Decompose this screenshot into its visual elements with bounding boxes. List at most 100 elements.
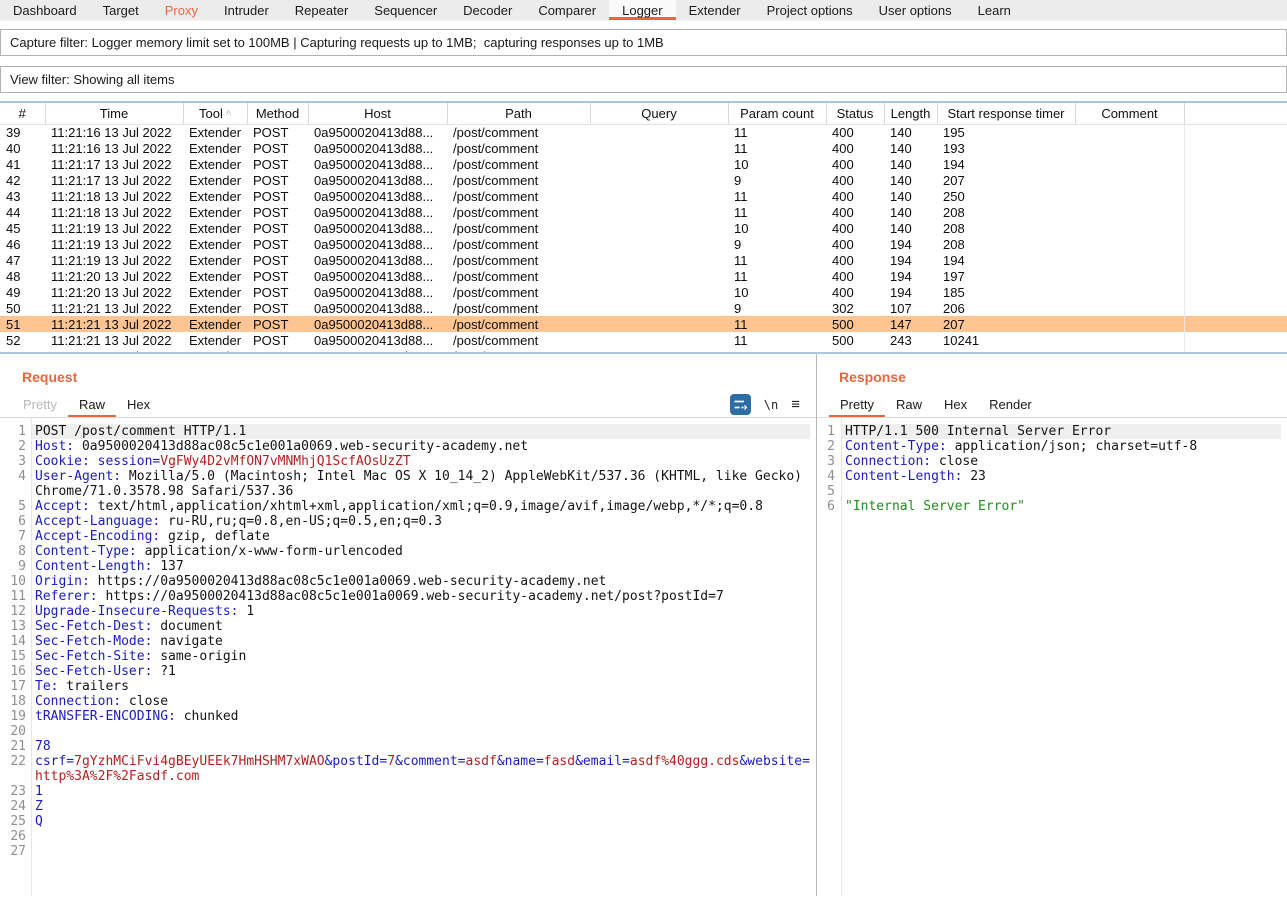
- code-line: 26: [0, 829, 810, 844]
- log-row-46[interactable]: 4611:21:19 13 Jul 2022ExtenderPOST0a9500…: [0, 236, 1287, 252]
- column-header-query[interactable]: Query: [590, 103, 728, 124]
- log-cell: Extender: [183, 268, 247, 284]
- column-header-start-response-timer[interactable]: Start response timer: [937, 103, 1075, 124]
- log-row-42[interactable]: 4211:21:17 13 Jul 2022ExtenderPOST0a9500…: [0, 172, 1287, 188]
- main-tab-logger[interactable]: Logger: [609, 0, 675, 20]
- log-cell: 140: [884, 124, 937, 140]
- code-line: 4Content-Length: 23: [817, 469, 1281, 484]
- log-cell: 45: [0, 220, 45, 236]
- column-header-label: Method: [256, 106, 299, 121]
- response-tab-render[interactable]: Render: [978, 392, 1043, 417]
- main-tab-extender[interactable]: Extender: [676, 0, 754, 20]
- line-number: 23: [0, 784, 31, 799]
- line-number: 8: [0, 544, 31, 559]
- log-row-50[interactable]: 5011:21:21 13 Jul 2022ExtenderPOST0a9500…: [0, 300, 1287, 316]
- log-cell: 400: [826, 236, 884, 252]
- log-cell: 193: [937, 140, 1075, 156]
- log-row-45[interactable]: 4511:21:19 13 Jul 2022ExtenderPOST0a9500…: [0, 220, 1287, 236]
- log-cell-filler: [1184, 188, 1287, 204]
- log-row-43[interactable]: 4311:21:18 13 Jul 2022ExtenderPOST0a9500…: [0, 188, 1287, 204]
- log-cell: 194: [884, 236, 937, 252]
- line-content: Content-Length: 23: [841, 469, 1281, 484]
- newline-icon[interactable]: \n: [764, 398, 778, 412]
- line-content: Host: 0a9500020413d88ac08c5c1e001a0069.w…: [31, 439, 810, 454]
- response-tab-pretty[interactable]: Pretty: [829, 392, 885, 417]
- column-header-num[interactable]: #: [0, 103, 45, 124]
- main-tab-proxy[interactable]: Proxy: [152, 0, 211, 20]
- line-number: 20: [0, 724, 31, 739]
- log-cell: 49: [0, 284, 45, 300]
- line-number: 9: [0, 559, 31, 574]
- line-number: 1: [817, 424, 841, 439]
- log-cell: 208: [937, 236, 1075, 252]
- main-tab-project-options[interactable]: Project options: [754, 0, 866, 20]
- main-tab-learn[interactable]: Learn: [965, 0, 1024, 20]
- line-content: Te: trailers: [31, 679, 810, 694]
- log-row-41[interactable]: 4111:21:17 13 Jul 2022ExtenderPOST0a9500…: [0, 156, 1287, 172]
- log-cell: POST: [247, 252, 308, 268]
- log-cell: 0a9500020413d88...: [308, 140, 447, 156]
- log-cell: 10241: [937, 332, 1075, 348]
- column-header-time[interactable]: Time: [45, 103, 183, 124]
- response-tab-hex[interactable]: Hex: [933, 392, 978, 417]
- log-cell: [590, 140, 728, 156]
- request-tab-hex[interactable]: Hex: [116, 392, 161, 417]
- wrap-toggle-icon[interactable]: [730, 394, 751, 415]
- main-tab-intruder[interactable]: Intruder: [211, 0, 282, 20]
- log-cell: 302: [826, 300, 884, 316]
- column-header-comment[interactable]: Comment: [1075, 103, 1184, 124]
- response-editor[interactable]: 1HTTP/1.1 500 Internal Server Error2Cont…: [817, 418, 1287, 896]
- column-header-host[interactable]: Host: [308, 103, 447, 124]
- main-tab-sequencer[interactable]: Sequencer: [361, 0, 450, 20]
- log-cell: 40: [0, 140, 45, 156]
- log-row-49[interactable]: 4911:21:20 13 Jul 2022ExtenderPOST0a9500…: [0, 284, 1287, 300]
- view-filter-bar[interactable]: View filter: Showing all items: [0, 66, 1287, 93]
- log-row-51[interactable]: 5111:21:21 13 Jul 2022ExtenderPOST0a9500…: [0, 316, 1287, 332]
- code-line: 14Sec-Fetch-Mode: navigate: [0, 634, 810, 649]
- view-filter-text: View filter: Showing all items: [10, 72, 175, 87]
- column-header-length[interactable]: Length: [884, 103, 937, 124]
- line-content: 1: [31, 784, 810, 799]
- log-row-44[interactable]: 4411:21:18 13 Jul 2022ExtenderPOST0a9500…: [0, 204, 1287, 220]
- log-row-39[interactable]: 3911:21:16 13 Jul 2022ExtenderPOST0a9500…: [0, 124, 1287, 140]
- main-tab-user-options[interactable]: User options: [866, 0, 965, 20]
- log-row-47[interactable]: 4711:21:19 13 Jul 2022ExtenderPOST0a9500…: [0, 252, 1287, 268]
- log-cell: 0a9500020413d88...: [308, 252, 447, 268]
- response-tab-bar: PrettyRawHexRender: [817, 392, 1287, 418]
- line-number: 7: [0, 529, 31, 544]
- column-header-path[interactable]: Path: [447, 103, 590, 124]
- column-header-method[interactable]: Method: [247, 103, 308, 124]
- log-cell: [1075, 284, 1184, 300]
- column-header-param-count[interactable]: Param count: [728, 103, 826, 124]
- code-line: 24Z: [0, 799, 810, 814]
- log-cell: /post/comment: [447, 268, 590, 284]
- column-header-status[interactable]: Status: [826, 103, 884, 124]
- main-tab-target[interactable]: Target: [90, 0, 152, 20]
- log-row-40[interactable]: 4011:21:16 13 Jul 2022ExtenderPOST0a9500…: [0, 140, 1287, 156]
- log-cell: 11:21:21 13 Jul 2022: [45, 332, 183, 348]
- log-row-52[interactable]: 5211:21:21 13 Jul 2022ExtenderPOST0a9500…: [0, 332, 1287, 348]
- log-cell: Extender: [183, 332, 247, 348]
- log-cell-filler: [1184, 172, 1287, 188]
- log-cell: 0a9500020413d88...: [308, 300, 447, 316]
- log-cell: [590, 236, 728, 252]
- code-line: 3Cookie: session=VgFWy4D2vMfON7vMNMhjQ1S…: [0, 454, 810, 469]
- menu-icon[interactable]: ≡: [791, 397, 800, 412]
- log-cell: 400: [826, 188, 884, 204]
- log-cell: 140: [884, 140, 937, 156]
- log-row-48[interactable]: 4811:21:20 13 Jul 2022ExtenderPOST0a9500…: [0, 268, 1287, 284]
- code-line: 2Host: 0a9500020413d88ac08c5c1e001a0069.…: [0, 439, 810, 454]
- main-tab-decoder[interactable]: Decoder: [450, 0, 525, 20]
- main-tab-repeater[interactable]: Repeater: [282, 0, 361, 20]
- column-header-tool[interactable]: Tool^: [183, 103, 247, 124]
- log-cell: [590, 300, 728, 316]
- capture-filter-bar[interactable]: Capture filter: Logger memory limit set …: [0, 29, 1287, 56]
- request-editor[interactable]: 1POST /post/comment HTTP/1.12Host: 0a950…: [0, 418, 816, 896]
- request-tab-raw[interactable]: Raw: [68, 392, 116, 417]
- response-tab-raw[interactable]: Raw: [885, 392, 933, 417]
- main-tab-dashboard[interactable]: Dashboard: [0, 0, 90, 20]
- main-tab-comparer[interactable]: Comparer: [525, 0, 609, 20]
- code-line: 5Accept: text/html,application/xhtml+xml…: [0, 499, 810, 514]
- log-cell: [590, 204, 728, 220]
- code-line: 25Q: [0, 814, 810, 829]
